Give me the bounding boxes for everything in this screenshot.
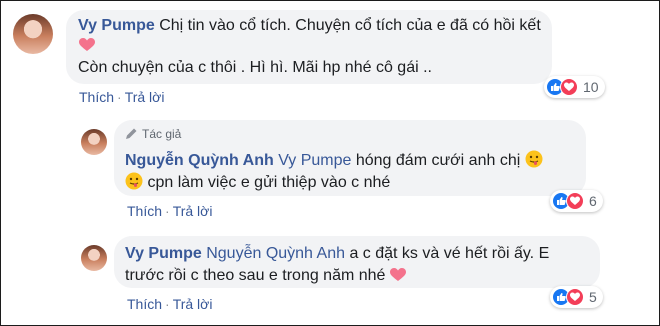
comment-actions: Thích · Trả lời [79, 89, 164, 105]
reply-link[interactable]: Trả lời [125, 89, 165, 105]
comment-text: trước rồi c theo sau e trong năm nhé [125, 267, 386, 284]
comment-actions: Thích · Trả lời [127, 203, 212, 219]
like-link[interactable]: Thích [127, 203, 162, 219]
reaction-summary[interactable]: 10 [544, 76, 605, 98]
separator: · [165, 203, 170, 219]
avatar[interactable] [13, 14, 53, 54]
comment-text-line: Nguyễn Quỳnh Anh Vy Pumpe hóng đám cưới … [125, 150, 543, 174]
reply-link[interactable]: Trả lời [173, 296, 213, 312]
comment-text: hóng đám cưới anh chị [355, 152, 521, 169]
author-badge: Tác giả [142, 127, 182, 141]
author-pen-icon [125, 127, 138, 145]
reaction-summary[interactable]: 5 [550, 286, 603, 308]
comment-author[interactable]: Vy Pumpe [78, 17, 155, 34]
avatar[interactable] [81, 129, 107, 155]
comment-text-line: trước rồi c theo sau e trong năm nhé [125, 266, 406, 288]
tongue-out-emoji-icon [525, 150, 543, 174]
comment-text-line: Vy Pumpe Chị tin vào cổ tích. Chuyện cổ … [78, 16, 541, 36]
comment-text-line: Còn chuyện của c thôi . Hì hì. Mãi hp nh… [78, 58, 432, 78]
love-reaction-icon [566, 192, 584, 210]
separator: · [165, 296, 170, 312]
reaction-count: 6 [589, 193, 597, 209]
mention-link[interactable]: Nguyễn Quỳnh Anh [206, 245, 345, 262]
comment-author[interactable]: Nguyễn Quỳnh Anh [125, 152, 274, 169]
comment-text: a c đặt ks và vé hết rồi ấy. E [349, 245, 550, 262]
mention-link[interactable]: Vy Pumpe [278, 152, 351, 169]
like-link[interactable]: Thích [127, 296, 162, 312]
comment-text: cpn làm việc e gửi thiệp vào c nhé [147, 174, 391, 191]
avatar[interactable] [81, 245, 107, 271]
reaction-count: 10 [583, 79, 599, 95]
reaction-summary[interactable]: 6 [550, 190, 603, 212]
like-link[interactable]: Thích [79, 89, 114, 105]
comment-text: Còn chuyện của c thôi . Hì hì. Mãi hp nh… [78, 59, 432, 76]
love-reaction-icon [566, 288, 584, 306]
reaction-count: 5 [589, 289, 597, 305]
comment-text: Chị tin vào cổ tích. Chuyện cổ tích của … [159, 17, 541, 34]
heart-emoji-icon [389, 268, 406, 288]
separator: · [117, 89, 122, 105]
comment-text-line: cpn làm việc e gửi thiệp vào c nhé [125, 172, 390, 196]
tongue-out-emoji-icon [125, 172, 143, 196]
comment-actions: Thích · Trả lời [127, 296, 212, 312]
comment-text-line: Vy Pumpe Nguyễn Quỳnh Anh a c đặt ks và … [125, 244, 549, 264]
reply-link[interactable]: Trả lời [173, 203, 213, 219]
heart-emoji-icon [79, 38, 95, 57]
love-reaction-icon [560, 78, 578, 96]
comment-author[interactable]: Vy Pumpe [125, 245, 202, 262]
